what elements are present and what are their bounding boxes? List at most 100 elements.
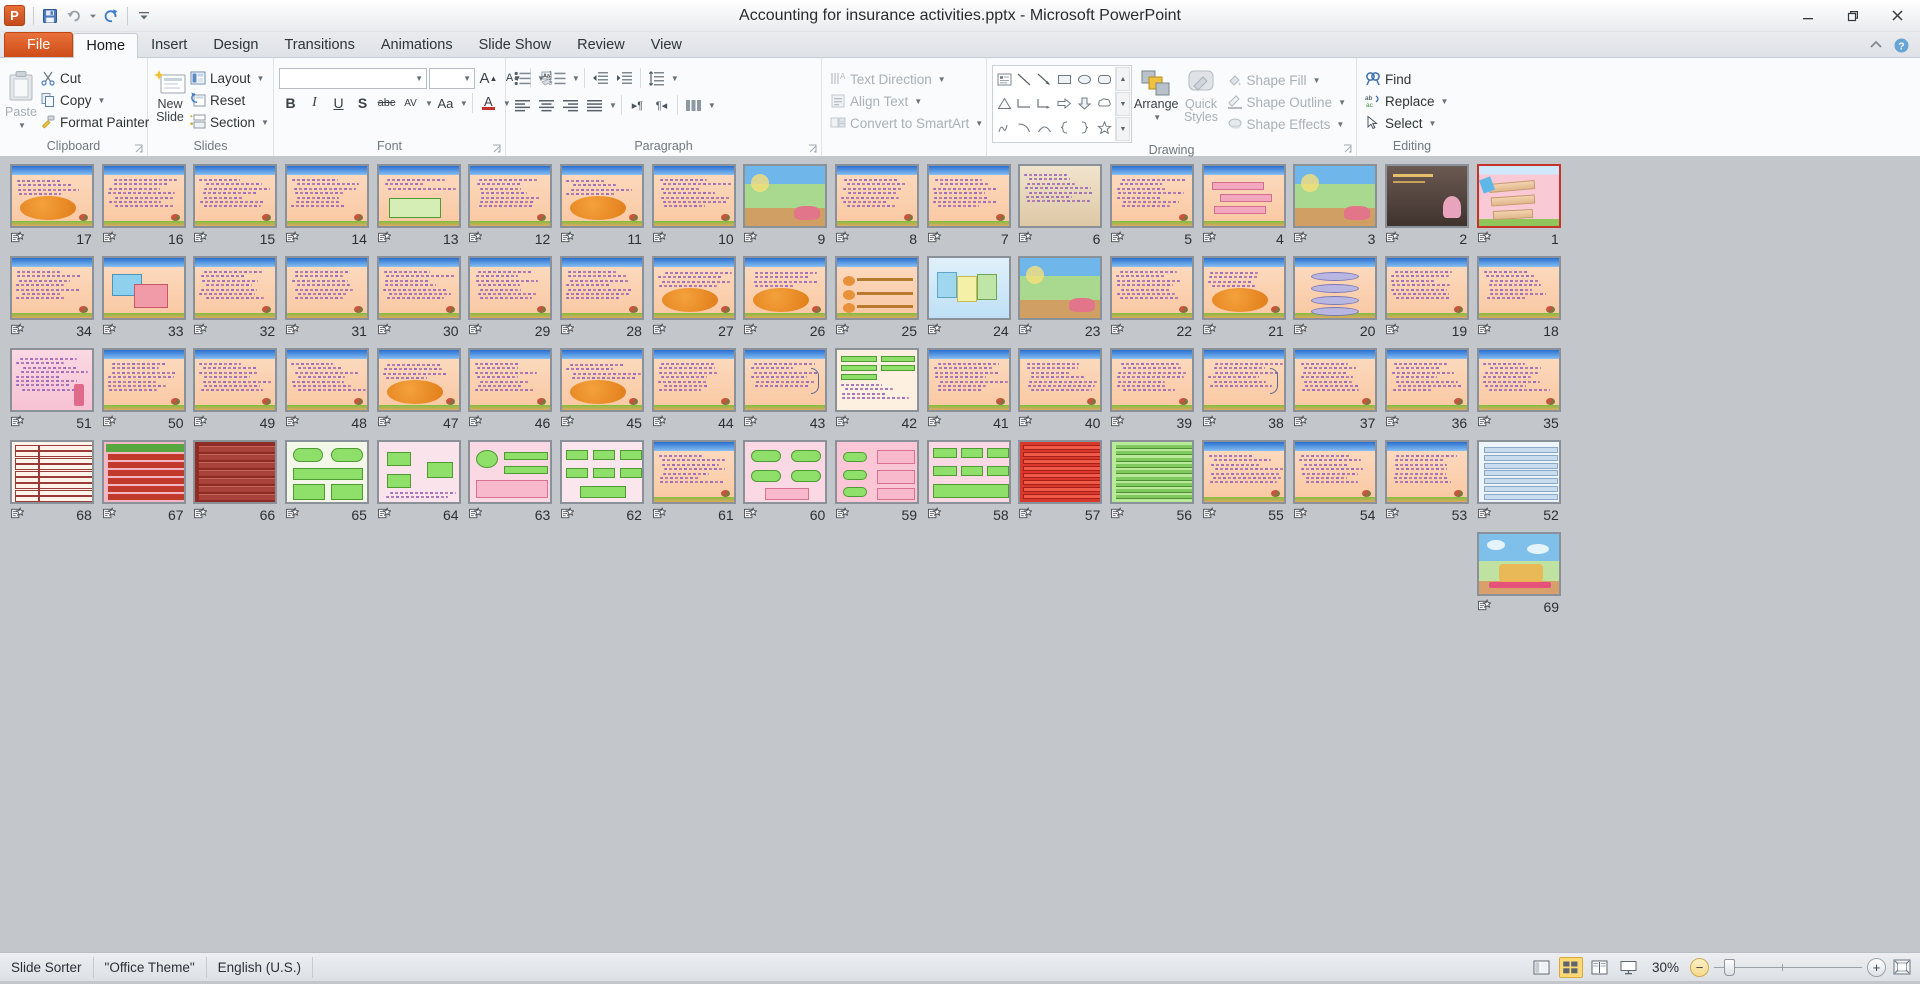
slide-cell[interactable]: 32 (189, 256, 281, 348)
rounded-rectangle-shape-icon[interactable] (1095, 70, 1114, 89)
slide-animation-icon[interactable] (102, 414, 117, 432)
slide-animation-icon[interactable] (1294, 414, 1309, 432)
slide-cell[interactable]: 21 (1198, 256, 1290, 348)
rtl-direction-button[interactable]: ¶◂ (650, 94, 673, 116)
tab-review[interactable]: Review (564, 32, 638, 57)
slide-animation-icon[interactable] (1019, 230, 1034, 248)
clipboard-dialog-launcher[interactable] (133, 142, 145, 154)
convert-smartart-dropdown-icon[interactable]: ▼ (975, 119, 983, 128)
tab-home[interactable]: Home (73, 33, 139, 58)
slide-cell[interactable]: 52 (1473, 440, 1565, 532)
layout-dropdown-icon[interactable]: ▼ (257, 74, 265, 83)
slide-animation-icon[interactable] (927, 506, 942, 524)
slide-thumbnail[interactable] (468, 164, 553, 228)
justify-button[interactable] (583, 94, 606, 116)
slide-cell[interactable]: 7 (923, 164, 1015, 256)
slide-animation-icon[interactable] (652, 506, 667, 524)
cloud-callout-shape-icon[interactable] (1095, 94, 1114, 113)
slide-animation-icon[interactable] (1386, 322, 1401, 340)
slide-thumbnail[interactable] (284, 348, 369, 412)
view-normal-button[interactable] (1530, 957, 1554, 978)
slide-thumbnail[interactable] (1018, 440, 1103, 504)
slide-thumbnail[interactable] (1476, 164, 1561, 228)
slide-animation-icon[interactable] (927, 414, 942, 432)
slide-cell[interactable]: 36 (1381, 348, 1473, 440)
slide-animation-icon[interactable] (560, 322, 575, 340)
replace-dropdown-icon[interactable]: ▼ (1441, 97, 1449, 106)
slide-animation-icon[interactable] (560, 414, 575, 432)
line-shape-icon[interactable] (1015, 70, 1034, 89)
save-icon[interactable] (39, 5, 61, 27)
slide-thumbnail[interactable] (1293, 348, 1378, 412)
minimize-ribbon-icon[interactable] (1868, 37, 1885, 54)
slide-animation-icon[interactable] (194, 230, 209, 248)
slide-thumbnail[interactable] (1110, 348, 1195, 412)
slide-animation-icon[interactable] (1386, 414, 1401, 432)
slide-animation-icon[interactable] (1202, 414, 1217, 432)
slide-thumbnail[interactable] (651, 348, 736, 412)
strikethrough-button[interactable]: abc (375, 92, 398, 114)
slide-thumbnail[interactable] (743, 256, 828, 320)
slide-animation-icon[interactable] (469, 506, 484, 524)
triangle-shape-icon[interactable] (995, 94, 1014, 113)
slide-cell[interactable]: 29 (464, 256, 556, 348)
slide-cell[interactable]: 51 (6, 348, 98, 440)
slide-cell[interactable]: 28 (556, 256, 648, 348)
slide-thumbnail[interactable] (376, 348, 461, 412)
slide-cell[interactable]: 56 (1106, 440, 1198, 532)
slide-animation-icon[interactable] (377, 414, 392, 432)
view-reading-button[interactable] (1588, 957, 1612, 978)
shape-effects-button[interactable]: Shape Effects ▼ (1224, 113, 1351, 135)
slide-animation-icon[interactable] (836, 414, 850, 432)
rectangle-shape-icon[interactable] (1055, 70, 1074, 89)
slide-cell[interactable]: 20 (1290, 256, 1382, 348)
slide-animation-icon[interactable] (652, 230, 667, 248)
tab-slide-show[interactable]: Slide Show (466, 32, 565, 57)
slide-cell[interactable]: 69 (1473, 532, 1565, 624)
slide-thumbnail[interactable] (926, 164, 1011, 228)
slide-thumbnail[interactable] (1385, 256, 1470, 320)
tab-design[interactable]: Design (200, 32, 271, 57)
slide-cell[interactable]: 12 (464, 164, 556, 256)
slide-animation-icon[interactable] (10, 414, 25, 432)
slide-sorter-workspace[interactable]: 17 16 15 14 13 12 11 10 9 8 7 6 5 4 3 2 … (0, 157, 1920, 952)
slide-animation-icon[interactable] (1202, 322, 1217, 340)
slide-animation-icon[interactable] (285, 230, 300, 248)
align-text-dropdown-icon[interactable]: ▼ (914, 97, 922, 106)
undo-dropdown-icon[interactable] (87, 5, 98, 27)
slide-cell[interactable]: 15 (189, 164, 281, 256)
font-dialog-launcher[interactable] (491, 142, 503, 154)
slide-cell[interactable]: 54 (1290, 440, 1382, 532)
align-center-button[interactable] (535, 94, 558, 116)
slide-cell[interactable]: 68 (6, 440, 98, 532)
slide-thumbnail[interactable] (1018, 348, 1103, 412)
arrange-dropdown-icon[interactable]: ▼ (1153, 111, 1161, 124)
textbox-shape-icon[interactable] (995, 70, 1014, 89)
redo-icon[interactable] (100, 5, 122, 27)
slide-animation-icon[interactable] (836, 322, 850, 340)
slide-thumbnail[interactable] (1476, 440, 1561, 504)
close-button[interactable] (1875, 0, 1920, 31)
line-spacing-button[interactable] (645, 67, 668, 89)
shapes-scroll-up-icon[interactable]: ▲ (1116, 67, 1130, 91)
slide-animation-icon[interactable] (927, 230, 942, 248)
slide-cell[interactable]: 25 (831, 256, 923, 348)
shapes-scroll-down-icon[interactable]: ▼ (1116, 92, 1130, 116)
character-spacing-dropdown-icon[interactable]: ▼ (425, 99, 433, 108)
slide-thumbnail[interactable] (1201, 256, 1286, 320)
grow-font-button[interactable]: A ▲ (477, 67, 500, 89)
slide-cell[interactable]: 41 (923, 348, 1015, 440)
align-text-button[interactable]: Align Text ▼ (827, 90, 927, 112)
increase-indent-button[interactable] (613, 67, 636, 89)
slide-animation-icon[interactable] (744, 506, 759, 524)
shape-fill-button[interactable]: Shape Fill ▼ (1224, 69, 1351, 91)
slide-thumbnail[interactable] (468, 348, 553, 412)
slide-thumbnail[interactable] (101, 164, 186, 228)
slide-thumbnail[interactable] (1018, 164, 1103, 228)
slide-thumbnail[interactable] (1201, 440, 1286, 504)
slide-cell[interactable]: 17 (6, 164, 98, 256)
slide-animation-icon[interactable] (836, 506, 850, 524)
slide-animation-icon[interactable] (194, 506, 209, 524)
slide-animation-icon[interactable] (560, 230, 575, 248)
slide-animation-icon[interactable] (1111, 414, 1125, 432)
